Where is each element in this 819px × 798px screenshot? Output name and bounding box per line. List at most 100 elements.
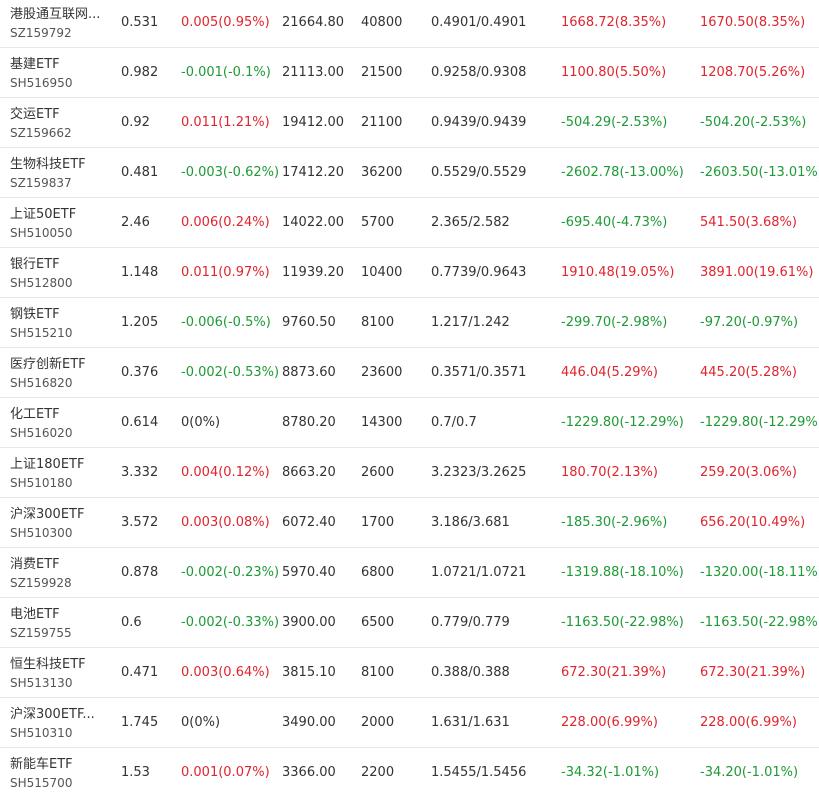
change-cell: -0.001(-0.1%) [181,65,271,80]
nav-cell: 0.7/0.7 [431,415,477,430]
etf-name[interactable]: 银行ETF [10,256,106,273]
etf-name-cell[interactable]: 钢铁ETF SH515210 [10,306,110,341]
etf-name-cell[interactable]: 化工ETF SH516020 [10,406,110,441]
volume-cell: 21500 [361,65,403,80]
etf-name-cell[interactable]: 新能车ETF SH515700 [10,756,110,791]
etf-name[interactable]: 消费ETF [10,556,106,573]
table-row[interactable]: 上证50ETF SH510050 2.46 0.006(0.24%) 14022.00 5… [0,198,819,248]
etf-name[interactable]: 交运ETF [10,106,106,123]
etf-code: SH516020 [10,426,73,440]
etf-name-cell[interactable]: 基建ETF SH516950 [10,56,110,91]
pnl-cell: 672.30(21.39%) [561,665,667,680]
volume-cell: 6800 [361,565,395,580]
volume-cell: 21100 [361,115,403,130]
nav-cell: 0.9439/0.9439 [431,115,527,130]
etf-name[interactable]: 基建ETF [10,56,106,73]
amount-cell: 8780.20 [282,415,336,430]
amount-cell: 19412.00 [282,115,345,130]
etf-name-cell[interactable]: 医疗创新ETF SH516820 [10,356,110,391]
etf-name[interactable]: 上证50ETF [10,206,106,223]
volume-cell: 2200 [361,765,395,780]
change-cell: 0.001(0.07%) [181,765,270,780]
etf-name-cell[interactable]: 沪深300ETF SH510300 [10,506,110,541]
pnl-cell: -299.70(-2.98%) [561,315,668,330]
pnl-total-cell: -1320.00(-18.11%) [700,565,819,580]
etf-name[interactable]: 港股通互联网... [10,6,106,23]
table-row[interactable]: 生物科技ETF SZ159837 0.481 -0.003(-0.62%) 17412.… [0,148,819,198]
amount-cell: 21664.80 [282,15,345,30]
etf-name[interactable]: 沪深300ETF [10,506,106,523]
amount-cell: 9760.50 [282,315,336,330]
etf-name-cell[interactable]: 生物科技ETF SZ159837 [10,156,110,191]
etf-name[interactable]: 新能车ETF [10,756,106,773]
pnl-cell: 228.00(6.99%) [561,715,658,730]
table-row[interactable]: 基建ETF SH516950 0.982 -0.001(-0.1%) 21113.00 2… [0,48,819,98]
table-row[interactable]: 化工ETF SH516020 0.614 0(0%) 8780.20 14300 0.7/0… [0,398,819,448]
pnl-cell: 446.04(5.29%) [561,365,658,380]
etf-name[interactable]: 化工ETF [10,406,106,423]
amount-cell: 3366.00 [282,765,336,780]
nav-cell: 0.388/0.388 [431,665,510,680]
etf-name[interactable]: 钢铁ETF [10,306,106,323]
price-cell: 2.46 [121,215,150,230]
price-cell: 0.6 [121,615,142,630]
etf-name[interactable]: 恒生科技ETF [10,656,106,673]
etf-name[interactable]: 上证180ETF [10,456,106,473]
pnl-total-cell: 656.20(10.49%) [700,515,806,530]
etf-name-cell[interactable]: 港股通互联网... SZ159792 [10,6,110,41]
table-row[interactable]: 恒生科技ETF SH513130 0.471 0.003(0.64%) 3815.10 8… [0,648,819,698]
etf-name[interactable]: 沪深300ETF... [10,706,106,723]
etf-code: SH510050 [10,226,73,240]
change-cell: 0.003(0.08%) [181,515,270,530]
pnl-cell: -504.29(-2.53%) [561,115,668,130]
table-row[interactable]: 沪深300ETF SH510300 3.572 0.003(0.08%) 6072.40… [0,498,819,548]
table-row[interactable]: 港股通互联网... SZ159792 0.531 0.005(0.95%) 21664.… [0,0,819,48]
pnl-total-cell: -1163.50(-22.98%) [700,615,819,630]
table-row[interactable]: 钢铁ETF SH515210 1.205 -0.006(-0.5%) 9760.50 81… [0,298,819,348]
etf-name[interactable]: 生物科技ETF [10,156,106,173]
etf-name[interactable]: 电池ETF [10,606,106,623]
nav-cell: 1.5455/1.5456 [431,765,527,780]
etf-code: SH516950 [10,76,73,90]
pnl-total-cell: -1229.80(-12.29%) [700,415,819,430]
change-cell: 0.003(0.64%) [181,665,270,680]
etf-code: SZ159837 [10,176,72,190]
change-cell: 0.011(0.97%) [181,265,270,280]
table-row[interactable]: 交运ETF SZ159662 0.92 0.011(1.21%) 19412.00 211… [0,98,819,148]
table-row[interactable]: 新能车ETF SH515700 1.53 0.001(0.07%) 3366.00 220… [0,748,819,798]
pnl-total-cell: -504.20(-2.53%) [700,115,807,130]
pnl-total-cell: 228.00(6.99%) [700,715,797,730]
pnl-total-cell: 541.50(3.68%) [700,215,797,230]
price-cell: 1.745 [121,715,159,730]
volume-cell: 2600 [361,465,395,480]
etf-code: SH515700 [10,776,73,790]
pnl-total-cell: -97.20(-0.97%) [700,315,799,330]
amount-cell: 17412.20 [282,165,345,180]
table-row[interactable]: 沪深300ETF... SH510310 1.745 0(0%) 3490.00 2000… [0,698,819,748]
change-cell: -0.002(-0.23%) [181,565,280,580]
amount-cell: 3490.00 [282,715,336,730]
table-row[interactable]: 银行ETF SH512800 1.148 0.011(0.97%) 11939.20 10… [0,248,819,298]
etf-name-cell[interactable]: 上证50ETF SH510050 [10,206,110,241]
etf-name-cell[interactable]: 交运ETF SZ159662 [10,106,110,141]
amount-cell: 3815.10 [282,665,336,680]
amount-cell: 3900.00 [282,615,336,630]
etf-name-cell[interactable]: 恒生科技ETF SH513130 [10,656,110,691]
etf-name-cell[interactable]: 电池ETF SZ159755 [10,606,110,641]
amount-cell: 11939.20 [282,265,345,280]
etf-code: SZ159662 [10,126,72,140]
etf-name-cell[interactable]: 银行ETF SH512800 [10,256,110,291]
etf-name-cell[interactable]: 上证180ETF SH510180 [10,456,110,491]
table-row[interactable]: 消费ETF SZ159928 0.878 -0.002(-0.23%) 5970.40 6… [0,548,819,598]
pnl-cell: 180.70(2.13%) [561,465,658,480]
etf-code: SH510300 [10,526,73,540]
table-row[interactable]: 上证180ETF SH510180 3.332 0.004(0.12%) 8663.20… [0,448,819,498]
table-row[interactable]: 电池ETF SZ159755 0.6 -0.002(-0.33%) 3900.00 650… [0,598,819,648]
etf-name-cell[interactable]: 消费ETF SZ159928 [10,556,110,591]
etf-name-cell[interactable]: 沪深300ETF... SH510310 [10,706,110,741]
table-row[interactable]: 医疗创新ETF SH516820 0.376 -0.002(-0.53%) 8873.6… [0,348,819,398]
nav-cell: 2.365/2.582 [431,215,510,230]
pnl-cell: -1319.88(-18.10%) [561,565,684,580]
volume-cell: 10400 [361,265,403,280]
etf-name[interactable]: 医疗创新ETF [10,356,106,373]
